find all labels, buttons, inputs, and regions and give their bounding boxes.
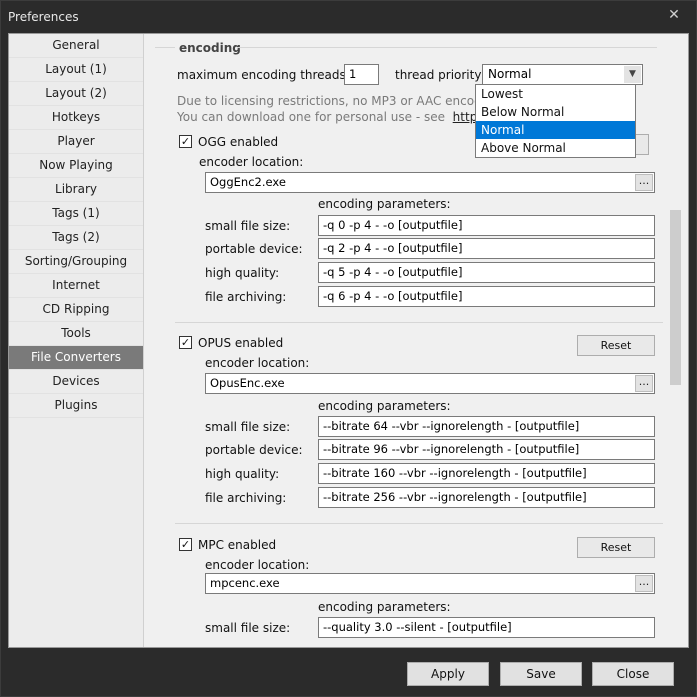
sidebar-item-general[interactable]: General	[9, 34, 143, 58]
opus-params-label: encoding parameters:	[318, 399, 451, 413]
close-icon[interactable]: ✕	[666, 7, 682, 23]
section-divider	[237, 47, 657, 48]
sidebar-item-hotkeys[interactable]: Hotkeys	[9, 106, 143, 130]
sidebar: General Layout (1) Layout (2) Hotkeys Pl…	[9, 34, 144, 647]
sidebar-item-file-converters[interactable]: File Converters	[9, 346, 143, 370]
mpc-enabled-checkbox[interactable]: ✓	[179, 538, 192, 551]
download-notice: You can download one for personal use - …	[177, 110, 521, 124]
priority-select[interactable]: Normal ▼	[482, 64, 643, 85]
priority-option-normal[interactable]: Normal	[476, 121, 635, 139]
opus-high-label: high quality:	[205, 467, 280, 481]
threads-label: maximum encoding threads:	[177, 68, 350, 82]
priority-option-below-normal[interactable]: Below Normal	[476, 103, 635, 121]
ogg-small-input[interactable]: -q 0 -p 4 - -o [outputfile]	[318, 215, 655, 236]
scrollbar-thumb[interactable]	[670, 210, 681, 385]
ogg-enabled-label: OGG enabled	[198, 135, 279, 149]
preferences-window: Preferences ✕ General Layout (1) Layout …	[0, 0, 697, 697]
sidebar-item-cd-ripping[interactable]: CD Ripping	[9, 298, 143, 322]
sidebar-item-tags-2[interactable]: Tags (2)	[9, 226, 143, 250]
section-title-encoding: encoding	[179, 41, 241, 55]
mpc-params-label: encoding parameters:	[318, 600, 451, 614]
save-button[interactable]: Save	[500, 662, 582, 686]
chevron-down-icon[interactable]: ▼	[624, 66, 641, 83]
sidebar-item-now-playing[interactable]: Now Playing	[9, 154, 143, 178]
opus-high-input[interactable]: --bitrate 160 --vbr --ignorelength - [ou…	[318, 463, 655, 484]
opus-archiving-input[interactable]: --bitrate 256 --vbr --ignorelength - [ou…	[318, 487, 655, 508]
sidebar-item-plugins[interactable]: Plugins	[9, 394, 143, 418]
opus-encoder-location-value: OpusEnc.exe	[210, 376, 285, 390]
title-bar[interactable]: Preferences ✕	[1, 1, 696, 33]
mpc-small-label: small file size:	[205, 621, 291, 635]
ogg-encoder-location-label: encoder location:	[199, 155, 304, 169]
sidebar-item-internet[interactable]: Internet	[9, 274, 143, 298]
ogg-encoder-location-value: OggEnc2.exe	[210, 175, 286, 189]
priority-option-above-normal[interactable]: Above Normal	[476, 139, 635, 157]
mpc-small-input[interactable]: --quality 3.0 --silent - [outputfile]	[318, 617, 655, 638]
opus-encoder-location-label: encoder location:	[205, 356, 310, 370]
ogg-enabled-checkbox[interactable]: ✓	[179, 135, 192, 148]
ogg-archiving-label: file archiving:	[205, 290, 287, 304]
mpc-reset-button[interactable]: Reset	[577, 537, 655, 558]
download-notice-text: You can download one for personal use - …	[177, 110, 446, 124]
ogg-high-label: high quality:	[205, 266, 280, 280]
sidebar-item-layout-2[interactable]: Layout (2)	[9, 82, 143, 106]
opus-reset-button[interactable]: Reset	[577, 335, 655, 356]
group-divider	[175, 523, 663, 524]
ogg-encoder-location-input[interactable]: OggEnc2.exe ...	[205, 172, 655, 193]
licensing-notice: Due to licensing restrictions, no MP3 or…	[177, 94, 520, 108]
sidebar-item-player[interactable]: Player	[9, 130, 143, 154]
mpc-browse-button[interactable]: ...	[635, 575, 653, 592]
opus-portable-label: portable device:	[205, 443, 303, 457]
opus-portable-input[interactable]: --bitrate 96 --vbr --ignorelength - [out…	[318, 439, 655, 460]
section-divider	[155, 47, 175, 48]
sidebar-item-library[interactable]: Library	[9, 178, 143, 202]
sidebar-item-tools[interactable]: Tools	[9, 322, 143, 346]
opus-browse-button[interactable]: ...	[635, 375, 653, 392]
ogg-portable-input[interactable]: -q 2 -p 4 - -o [outputfile]	[318, 238, 655, 259]
opus-small-label: small file size:	[205, 420, 291, 434]
close-button[interactable]: Close	[592, 662, 674, 686]
opus-small-input[interactable]: --bitrate 64 --vbr --ignorelength - [out…	[318, 416, 655, 437]
sidebar-item-layout-1[interactable]: Layout (1)	[9, 58, 143, 82]
apply-button[interactable]: Apply	[407, 662, 489, 686]
priority-dropdown-list: Lowest Below Normal Normal Above Normal	[475, 84, 636, 158]
mpc-encoder-location-value: mpcenc.exe	[210, 576, 280, 590]
opus-encoder-location-input[interactable]: OpusEnc.exe ...	[205, 373, 655, 394]
priority-label: thread priority:	[395, 68, 485, 82]
ogg-params-label: encoding parameters:	[318, 197, 451, 211]
content-scrollbar[interactable]	[668, 34, 688, 647]
ogg-small-label: small file size:	[205, 219, 291, 233]
mpc-encoder-location-label: encoder location:	[205, 558, 310, 572]
priority-option-lowest[interactable]: Lowest	[476, 85, 635, 103]
ogg-browse-button[interactable]: ...	[635, 174, 653, 191]
window-title: Preferences	[8, 10, 79, 24]
ogg-high-input[interactable]: -q 5 -p 4 - -o [outputfile]	[318, 262, 655, 283]
opus-enabled-label: OPUS enabled	[198, 336, 284, 350]
sidebar-item-tags-1[interactable]: Tags (1)	[9, 202, 143, 226]
threads-input[interactable]: 1	[344, 64, 379, 85]
sidebar-item-sorting-grouping[interactable]: Sorting/Grouping	[9, 250, 143, 274]
priority-selected-value: Normal	[488, 67, 532, 81]
group-divider	[175, 322, 663, 323]
opus-archiving-label: file archiving:	[205, 491, 287, 505]
ogg-archiving-input[interactable]: -q 6 -p 4 - -o [outputfile]	[318, 286, 655, 307]
mpc-encoder-location-input[interactable]: mpcenc.exe ...	[205, 573, 655, 594]
sidebar-item-devices[interactable]: Devices	[9, 370, 143, 394]
ogg-portable-label: portable device:	[205, 242, 303, 256]
opus-enabled-checkbox[interactable]: ✓	[179, 336, 192, 349]
mpc-enabled-label: MPC enabled	[198, 538, 277, 552]
